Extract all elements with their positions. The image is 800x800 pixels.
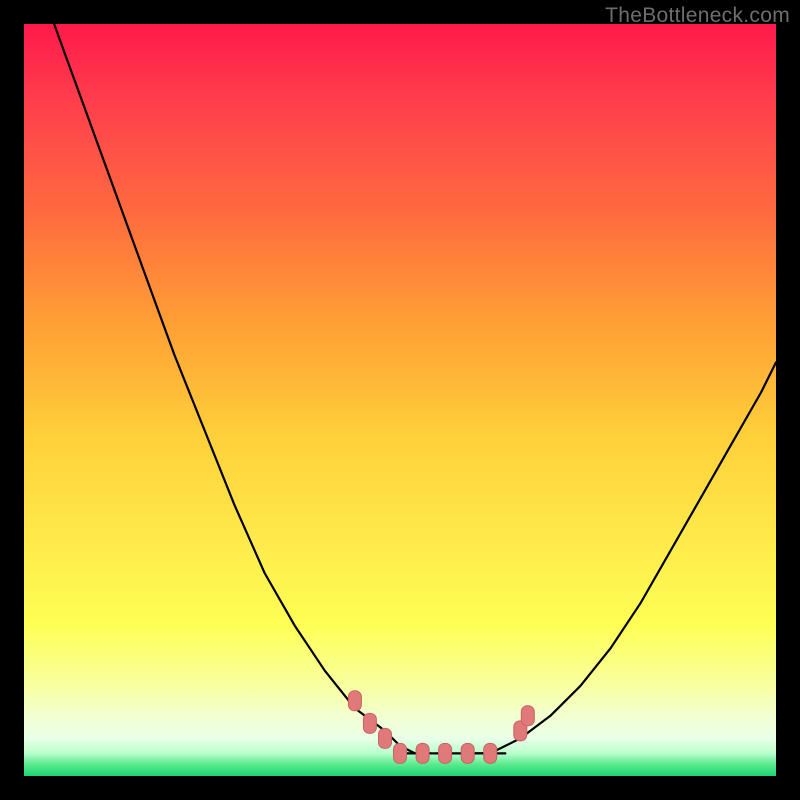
marker-point <box>461 743 474 763</box>
marker-point <box>416 743 429 763</box>
marker-point <box>379 728 392 748</box>
marker-point <box>439 743 452 763</box>
watermark-text: TheBottleneck.com <box>605 4 790 28</box>
marker-point <box>484 743 497 763</box>
chart-frame: TheBottleneck.com <box>0 0 800 800</box>
series-left-branch <box>54 24 430 753</box>
marker-point <box>348 691 361 711</box>
curve-layer <box>24 24 776 776</box>
marker-point <box>363 713 376 733</box>
marker-point <box>521 706 534 726</box>
series-group <box>54 24 776 753</box>
series-right-branch <box>475 362 776 753</box>
marker-group <box>348 691 534 764</box>
marker-point <box>394 743 407 763</box>
